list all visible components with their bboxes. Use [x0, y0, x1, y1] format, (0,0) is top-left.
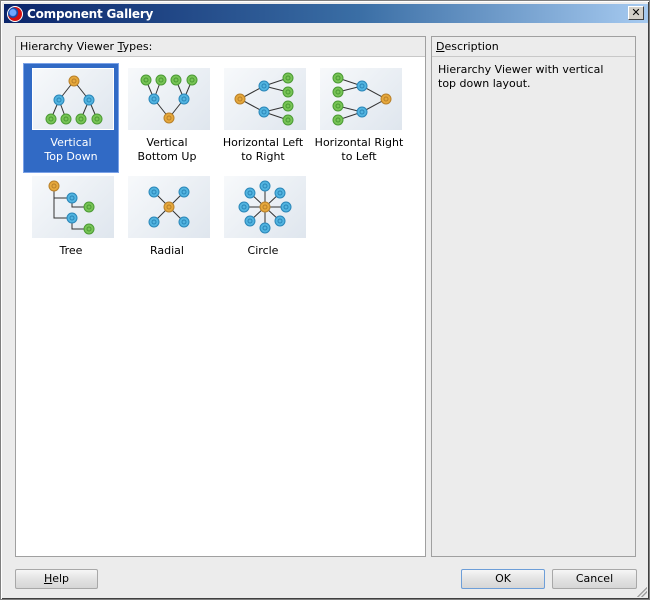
- node-core: [262, 225, 268, 231]
- node-core: [335, 103, 341, 109]
- node-core: [262, 204, 268, 210]
- item-label: Horizontal Left to Right: [222, 136, 304, 163]
- node-core: [86, 226, 92, 232]
- horizontal-left-to-right-icon: [224, 68, 306, 130]
- node-core: [261, 109, 267, 115]
- gallery-item-horizontal-right-to-left[interactable]: Horizontal Right to Left: [312, 64, 406, 172]
- description-header: Description: [432, 37, 635, 57]
- cancel-button[interactable]: Cancel: [552, 569, 637, 589]
- node-core: [262, 183, 268, 189]
- resize-grip[interactable]: [637, 587, 647, 597]
- node-core: [63, 116, 69, 122]
- node-core: [359, 109, 365, 115]
- node-core: [335, 117, 341, 123]
- item-label: Circle: [247, 244, 279, 257]
- gallery-item-radial[interactable]: Radial: [120, 172, 214, 280]
- node-core: [151, 96, 157, 102]
- node-core: [285, 75, 291, 81]
- node-core: [69, 195, 75, 201]
- vertical-bottom-up-icon: [128, 68, 210, 130]
- gallery-item-vertical-top-down[interactable]: Vertical Top Down: [23, 63, 119, 173]
- vertical-top-down-icon: [32, 68, 114, 130]
- description-header-suffix: escription: [444, 40, 499, 53]
- node-core: [285, 103, 291, 109]
- node-core: [86, 97, 92, 103]
- node-core: [48, 116, 54, 122]
- node-core: [189, 77, 195, 83]
- description-text: Hierarchy Viewer with vertical top down …: [438, 63, 604, 90]
- node-core: [86, 204, 92, 210]
- node-core: [78, 116, 84, 122]
- item-label: Radial: [150, 244, 184, 257]
- node-core: [237, 96, 243, 102]
- gallery-item-circle[interactable]: Circle: [216, 172, 310, 280]
- node-core: [335, 89, 341, 95]
- node-core: [261, 83, 267, 89]
- node-core: [181, 189, 187, 195]
- item-label: Tree: [59, 244, 83, 257]
- node-core: [285, 89, 291, 95]
- node-core: [359, 83, 365, 89]
- gallery-item-vertical-bottom-up[interactable]: Vertical Bottom Up: [120, 64, 214, 172]
- item-label: Vertical Bottom Up: [137, 136, 197, 163]
- description-panel: Description Hierarchy Viewer with vertic…: [431, 36, 636, 557]
- help-mnemonic: H: [43, 572, 53, 585]
- ok-button[interactable]: OK: [461, 569, 545, 589]
- node-core: [151, 219, 157, 225]
- node-core: [247, 218, 253, 224]
- tree-icon: [32, 176, 114, 238]
- node-core: [277, 190, 283, 196]
- component-gallery-dialog: Component Gallery ✕ Hierarchy Viewer Typ…: [0, 0, 650, 600]
- node-core: [173, 77, 179, 83]
- node-core: [285, 117, 291, 123]
- node-core: [181, 96, 187, 102]
- node-core: [166, 204, 172, 210]
- help-suffix: elp: [52, 572, 70, 585]
- node-core: [166, 115, 172, 121]
- node-core: [69, 215, 75, 221]
- node-core: [277, 218, 283, 224]
- help-button[interactable]: Help: [15, 569, 98, 589]
- node-core: [143, 77, 149, 83]
- gallery-item-horizontal-left-to-right[interactable]: Horizontal Left to Right: [216, 64, 310, 172]
- types-header-prefix: Hierarchy Viewer: [20, 40, 118, 53]
- gallery-item-tree[interactable]: Tree: [24, 172, 118, 280]
- app-logo-icon: [7, 5, 23, 22]
- horizontal-right-to-left-icon: [320, 68, 402, 130]
- circle-icon: [224, 176, 306, 238]
- node-core: [94, 116, 100, 122]
- types-header-suffix: ypes:: [122, 40, 153, 53]
- node-core: [283, 204, 289, 210]
- close-button[interactable]: ✕: [628, 6, 644, 20]
- hierarchy-viewer-types-panel: Hierarchy Viewer Types: Vertical Top Dow…: [15, 36, 426, 557]
- node-core: [158, 77, 164, 83]
- node-core: [71, 78, 77, 84]
- node-core: [241, 204, 247, 210]
- node-core: [383, 96, 389, 102]
- title-bar[interactable]: Component Gallery ✕: [4, 4, 648, 23]
- node-core: [51, 183, 57, 189]
- item-label: Horizontal Right to Left: [314, 136, 404, 163]
- node-core: [181, 219, 187, 225]
- window-title: Component Gallery: [27, 6, 154, 21]
- node-core: [56, 97, 62, 103]
- node-core: [151, 189, 157, 195]
- radial-icon: [128, 176, 210, 238]
- types-header: Hierarchy Viewer Types:: [16, 37, 425, 57]
- node-core: [247, 190, 253, 196]
- item-label: Vertical Top Down: [44, 136, 98, 163]
- node-core: [335, 75, 341, 81]
